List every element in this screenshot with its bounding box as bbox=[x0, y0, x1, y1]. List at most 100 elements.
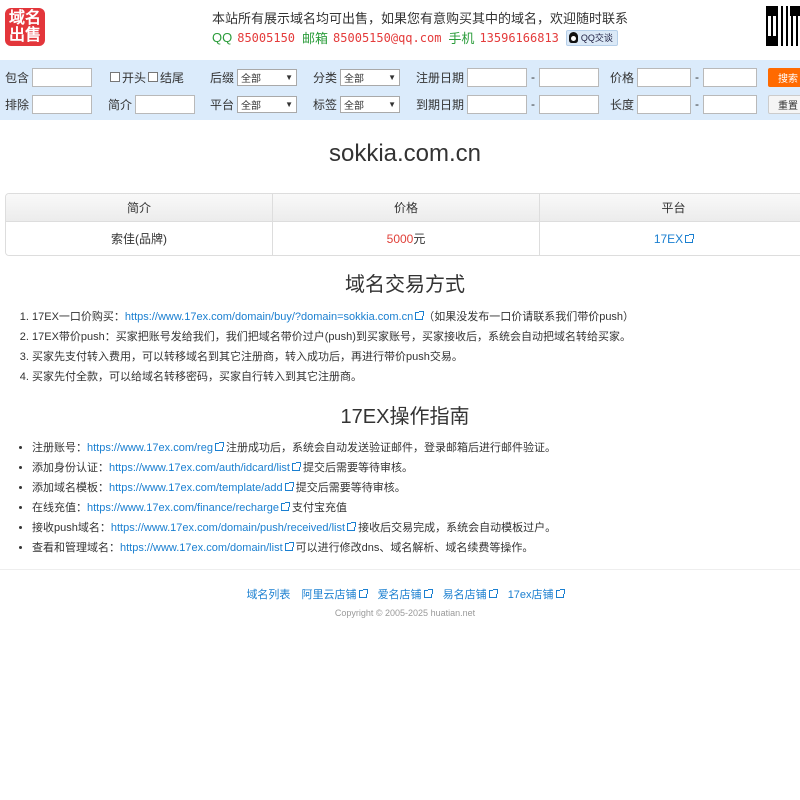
price-unit: 元 bbox=[413, 232, 426, 246]
start-checkbox[interactable] bbox=[110, 72, 120, 82]
domain-list-link[interactable]: https://www.17ex.com/domain/list bbox=[120, 542, 283, 554]
length-filter: 长度 - bbox=[610, 94, 758, 114]
penguin-icon bbox=[568, 32, 578, 43]
tag-selected: 全部 bbox=[344, 100, 365, 112]
item-prefix: 接收push域名： bbox=[32, 522, 111, 534]
search-panel: 包含 开头 结尾 后缀 全部 ▼ 分类 全部 ▼ 注册日期 - 价格 - 排除 bbox=[0, 60, 800, 120]
suffix-select[interactable]: 全部 ▼ bbox=[237, 68, 298, 86]
suffix-filter: 后缀 全部 ▼ bbox=[210, 67, 298, 87]
exclude-label: 排除 bbox=[5, 97, 30, 112]
footer-link-yiming-shop[interactable]: 易名店铺 bbox=[443, 589, 498, 601]
item-prefix: 在线充值： bbox=[32, 502, 87, 514]
external-link-icon bbox=[214, 442, 224, 451]
range-separator: - bbox=[531, 97, 536, 111]
site-logo[interactable]: 域名 出售 bbox=[5, 8, 45, 46]
reg-date-from-input[interactable] bbox=[467, 67, 528, 87]
list-item: 接收push域名：https://www.17ex.com/domain/pus… bbox=[32, 518, 556, 538]
external-link-icon bbox=[347, 522, 357, 531]
start-label: 开头 bbox=[122, 70, 147, 85]
external-link-icon bbox=[280, 502, 290, 511]
footer-link-aiming-shop[interactable]: 爱名店铺 bbox=[378, 589, 433, 601]
cell-platform: 17EX bbox=[540, 222, 800, 255]
item-prefix: 添加域名模板： bbox=[32, 482, 109, 494]
recharge-link[interactable]: https://www.17ex.com/finance/recharge bbox=[87, 502, 279, 514]
reg-date-to-input[interactable] bbox=[539, 67, 600, 87]
push-received-link[interactable]: https://www.17ex.com/domain/push/receive… bbox=[111, 522, 345, 534]
phone-label: 手机 bbox=[448, 31, 475, 46]
range-separator: - bbox=[695, 70, 700, 84]
reset-button[interactable]: 重置 bbox=[768, 95, 800, 114]
register-link[interactable]: https://www.17ex.com/reg bbox=[87, 442, 213, 454]
footer-link-domain-list[interactable]: 域名列表 bbox=[246, 589, 290, 601]
price-max-input[interactable] bbox=[703, 67, 758, 87]
footer-link-aliyun-shop[interactable]: 阿里云店铺 bbox=[302, 589, 368, 601]
range-separator: - bbox=[531, 70, 536, 84]
platform-selected: 全部 bbox=[241, 100, 262, 112]
search-button[interactable]: 搜索 bbox=[768, 68, 800, 87]
qr-code-icon bbox=[766, 6, 800, 46]
trade-methods-list: 17EX一口价购买：https://www.17ex.com/domain/bu… bbox=[0, 307, 634, 387]
footer-link-17ex-shop[interactable]: 17ex店铺 bbox=[508, 589, 565, 601]
end-label: 结尾 bbox=[160, 70, 185, 85]
qq-number: 85005150 bbox=[237, 30, 296, 45]
item-suffix: 可以进行修改dns、域名解析、域名续费等操作。 bbox=[292, 542, 534, 554]
reg-date-filter: 注册日期 - bbox=[416, 67, 600, 87]
tag-filter: 标签 全部 ▼ bbox=[313, 94, 401, 114]
guide-section-title: 17EX操作指南 bbox=[340, 406, 470, 428]
list-item: 添加域名模板：https://www.17ex.com/template/add… bbox=[32, 478, 556, 498]
platform-select[interactable]: 全部 ▼ bbox=[237, 95, 298, 113]
suffix-label: 后缀 bbox=[210, 70, 235, 85]
qq-chat-button[interactable]: QQ交谈 bbox=[565, 29, 618, 46]
item-prefix: 查看和管理域名： bbox=[32, 542, 120, 554]
domain-info-table: 简介 价格 平台 索佳(品牌) 5000 元 17EX bbox=[5, 193, 800, 256]
chevron-down-icon: ▼ bbox=[388, 99, 397, 109]
tag-select[interactable]: 全部 ▼ bbox=[340, 95, 401, 113]
list-item: 17EX一口价购买：https://www.17ex.com/domain/bu… bbox=[32, 307, 634, 327]
item-suffix: 提交后需要等待审核。 bbox=[299, 462, 414, 474]
length-min-input[interactable] bbox=[637, 94, 692, 114]
start-checkbox-group[interactable]: 开头 bbox=[110, 67, 149, 87]
phone-number: 13596166813 bbox=[479, 30, 559, 45]
table-row: 索佳(品牌) 5000 元 17EX bbox=[6, 222, 800, 255]
length-max-input[interactable] bbox=[703, 94, 758, 114]
template-add-link[interactable]: https://www.17ex.com/template/add bbox=[109, 482, 283, 494]
tag-label: 标签 bbox=[313, 97, 338, 112]
item-suffix: 接收后交易完成，系统会自动模板过户。 bbox=[355, 522, 557, 534]
category-label: 分类 bbox=[313, 70, 338, 85]
category-filter: 分类 全部 ▼ bbox=[313, 67, 401, 87]
item-prefix: 注册账号： bbox=[32, 442, 87, 454]
footer-links: 域名列表 阿里云店铺 爱名店铺 易名店铺 17ex店铺 bbox=[0, 586, 800, 602]
buy-now-link[interactable]: https://www.17ex.com/domain/buy/?domain=… bbox=[125, 311, 413, 323]
cell-intro: 索佳(品牌) bbox=[6, 222, 273, 255]
external-link-icon bbox=[284, 482, 294, 491]
length-label: 长度 bbox=[610, 97, 635, 112]
exp-date-to-input[interactable] bbox=[539, 94, 600, 114]
exp-date-label: 到期日期 bbox=[416, 97, 465, 112]
copyright: Copyright © 2005-2025 huatian.net bbox=[334, 608, 476, 618]
exclude-input[interactable] bbox=[32, 94, 93, 114]
guide-list: 注册账号：https://www.17ex.com/reg 注册成功后，系统会自… bbox=[0, 438, 556, 558]
exp-date-from-input[interactable] bbox=[467, 94, 528, 114]
intro-input[interactable] bbox=[135, 94, 196, 114]
platform-link[interactable]: 17EX bbox=[654, 232, 683, 246]
item-suffix: 注册成功后，系统会自动发送验证邮件，登录邮箱后进行邮件验证。 bbox=[222, 442, 557, 454]
header-price: 价格 bbox=[273, 194, 540, 221]
external-link-icon bbox=[488, 589, 498, 598]
logo-line-1: 域名 bbox=[8, 10, 41, 27]
price-label: 价格 bbox=[610, 70, 635, 85]
exp-date-filter: 到期日期 - bbox=[416, 94, 600, 114]
external-link-icon bbox=[284, 542, 294, 551]
end-checkbox-group[interactable]: 结尾 bbox=[148, 67, 187, 87]
contains-input[interactable] bbox=[32, 67, 93, 87]
category-select[interactable]: 全部 ▼ bbox=[340, 68, 401, 86]
end-checkbox[interactable] bbox=[148, 72, 158, 82]
item-suffix: 提交后需要等待审核。 bbox=[292, 482, 406, 494]
list-item: 买家先付全款，可以给域名转移密码，买家自行转入到其它注册商。 bbox=[32, 367, 634, 387]
list-item: 注册账号：https://www.17ex.com/reg 注册成功后，系统会自… bbox=[32, 438, 556, 458]
idcard-auth-link[interactable]: https://www.17ex.com/auth/idcard/list bbox=[109, 462, 290, 474]
site-header: 域名 出售 本站所有展示域名均可出售，如果您有意购买其中的域名，欢迎随时联系 Q… bbox=[0, 0, 800, 60]
item-prefix: 添加身份认证： bbox=[32, 462, 109, 474]
price-min-input[interactable] bbox=[637, 67, 692, 87]
item-suffix: 支付宝充值 bbox=[288, 502, 348, 514]
email-label: 邮箱 bbox=[302, 31, 329, 46]
